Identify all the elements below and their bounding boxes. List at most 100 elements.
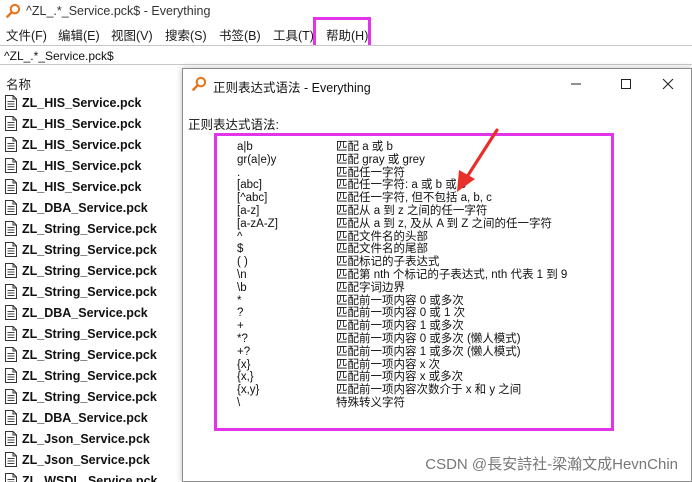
file-icon (5, 368, 17, 383)
syntax-description: 匹配标记的子表达式 (336, 256, 440, 269)
file-name: ZL_HIS_Service.pck (22, 180, 142, 194)
file-row[interactable]: ZL_HIS_Service.pck (0, 177, 182, 198)
regex-syntax-dialog: 正则表达式语法 - Everything 正则表达式语法: a|b 匹配 a 或 … (182, 68, 692, 482)
file-icon (5, 410, 17, 425)
syntax-description: 匹配任一字符: a 或 b 或 c (336, 179, 466, 192)
syntax-description: 匹配前一项内容 1 或多次 (336, 320, 464, 333)
syntax-description: 匹配前一项内容 x 或多次 (336, 371, 464, 384)
file-icon (5, 473, 17, 482)
file-name: ZL_DBA_Service.pck (22, 411, 148, 425)
syntax-pattern: [^abc] (237, 192, 268, 205)
menu-file[interactable]: 文件(F) (6, 25, 47, 44)
dialog-title: 正则表达式语法 - Everything (213, 81, 371, 95)
syntax-description: 匹配前一项内容 x 次 (336, 358, 441, 371)
column-header-label: 名称 (6, 78, 32, 92)
syntax-description: 匹配前一项内容 1 或多次 (懒人模式) (336, 345, 521, 358)
syntax-pattern: *? (237, 333, 248, 345)
close-button[interactable] (645, 69, 691, 99)
file-name: ZL_HIS_Service.pck (22, 96, 142, 110)
file-icon (5, 116, 17, 131)
file-row[interactable]: ZL_String_Service.pck (0, 366, 182, 387)
syntax-pattern: \ (237, 397, 241, 409)
syntax-pattern: {x,y} (237, 384, 260, 397)
file-row[interactable]: ZL_String_Service.pck (0, 240, 182, 261)
syntax-table-highlight-box: a|b 匹配 a 或 b gr(a|e)y 匹配 gray 或 grey. 匹配任一字符… (214, 133, 614, 431)
file-icon (5, 263, 17, 278)
window-title: ^ZL_.*_Service.pck$ - Everything (26, 4, 211, 18)
syntax-pattern: ( ) (237, 256, 248, 269)
file-name: ZL_String_Service.pck (22, 327, 157, 341)
file-icon (5, 200, 17, 215)
syntax-description: 匹配文件名的尾部 (336, 243, 428, 256)
minimize-button[interactable] (553, 69, 599, 99)
file-name: ZL_String_Service.pck (22, 369, 157, 383)
dialog-titlebar[interactable]: 正则表达式语法 - Everything (183, 69, 691, 99)
file-name: ZL_DBA_Service.pck (22, 306, 148, 320)
syntax-pattern: {x,} (237, 371, 254, 384)
syntax-description: 匹配前一项内容次数介于 x 和 y 之间 (336, 384, 522, 397)
file-row[interactable]: ZL_DBA_Service.pck (0, 303, 182, 324)
search-bar (0, 45, 692, 65)
file-row[interactable]: ZL_Json_Service.pck (0, 450, 182, 471)
file-row[interactable]: ZL_String_Service.pck (0, 282, 182, 303)
syntax-description: 匹配从 a 到 z, 及从 A 到 Z 之间的任一字符 (336, 217, 552, 230)
file-name: ZL_Json_Service.pck (22, 432, 150, 446)
csdn-watermark: CSDN @長安詩社-梁瀚文成HevnChin (425, 456, 678, 473)
menu-view[interactable]: 视图(V) (111, 25, 153, 44)
syntax-description: 匹配 a 或 b (336, 141, 393, 153)
file-icon (5, 95, 17, 110)
file-row[interactable]: ZL_DBA_Service.pck (0, 198, 182, 219)
file-row[interactable]: ZL_String_Service.pck (0, 219, 182, 240)
menu-search[interactable]: 搜索(S) (165, 25, 207, 44)
file-name: ZL_Json_Service.pck (22, 453, 150, 467)
file-name: ZL_HIS_Service.pck (22, 138, 142, 152)
syntax-pattern: ^ (237, 230, 243, 243)
file-name: ZL_String_Service.pck (22, 285, 157, 299)
file-name: ZL_DBA_Service.pck (22, 201, 148, 215)
file-row[interactable]: ZL_DBA_Service.pck (0, 408, 182, 429)
syntax-pattern: * (237, 294, 242, 307)
file-row[interactable]: ZL_HIS_Service.pck (0, 156, 182, 177)
menu-edit[interactable]: 编辑(E) (58, 25, 100, 44)
red-arrow-annotation (457, 128, 499, 192)
file-icon (5, 326, 17, 341)
everything-app-icon (6, 3, 21, 18)
syntax-pattern: +? (237, 345, 251, 358)
syntax-description: 匹配字词边界 (336, 281, 405, 294)
syntax-pattern: [abc] (237, 179, 262, 192)
file-icon (5, 347, 17, 362)
file-row[interactable]: ZL_String_Service.pck (0, 261, 182, 282)
syntax-description: 匹配前一项内容 0 或 1 次 (336, 307, 466, 320)
file-row[interactable]: ZL_String_Service.pck (0, 345, 182, 366)
syntax-description: 匹配从 a 到 z 之间的任一字符 (336, 205, 488, 217)
maximize-icon (621, 79, 631, 89)
syntax-pattern: + (237, 320, 244, 333)
file-name: ZL_String_Service.pck (22, 222, 157, 236)
maximize-button[interactable] (603, 69, 649, 99)
syntax-pattern: . (237, 166, 241, 179)
file-row[interactable]: ZL_HIS_Service.pck (0, 135, 182, 156)
file-icon (5, 305, 17, 320)
file-name: ZL_String_Service.pck (22, 390, 157, 404)
search-input[interactable] (2, 47, 686, 64)
file-name: ZL_String_Service.pck (22, 264, 157, 278)
syntax-pattern: [a-zA-Z] (237, 217, 278, 230)
file-name: ZL_String_Service.pck (22, 243, 157, 257)
file-row[interactable]: ZL_String_Service.pck (0, 324, 182, 345)
file-row[interactable]: ZL_Json_Service.pck (0, 429, 182, 450)
column-header-name[interactable]: 名称 (0, 68, 182, 92)
file-icon (5, 452, 17, 467)
file-row[interactable]: ZL_String_Service.pck (0, 387, 182, 408)
syntax-pattern: $ (237, 243, 244, 256)
file-row[interactable]: ZL_HIS_Service.pck (0, 114, 182, 135)
file-icon (5, 158, 17, 173)
file-row[interactable]: ZL_WSDL_Service.pck (0, 471, 182, 482)
syntax-pattern: [a-z] (237, 205, 260, 217)
file-name: ZL_HIS_Service.pck (22, 159, 142, 173)
menu-tools[interactable]: 工具(T) (273, 25, 314, 44)
file-icon (5, 284, 17, 299)
file-icon (5, 431, 17, 446)
file-row[interactable]: ZL_HIS_Service.pck (0, 93, 182, 114)
dialog-heading: 正则表达式语法: (188, 118, 279, 132)
menu-bookmarks[interactable]: 书签(B) (219, 25, 261, 44)
